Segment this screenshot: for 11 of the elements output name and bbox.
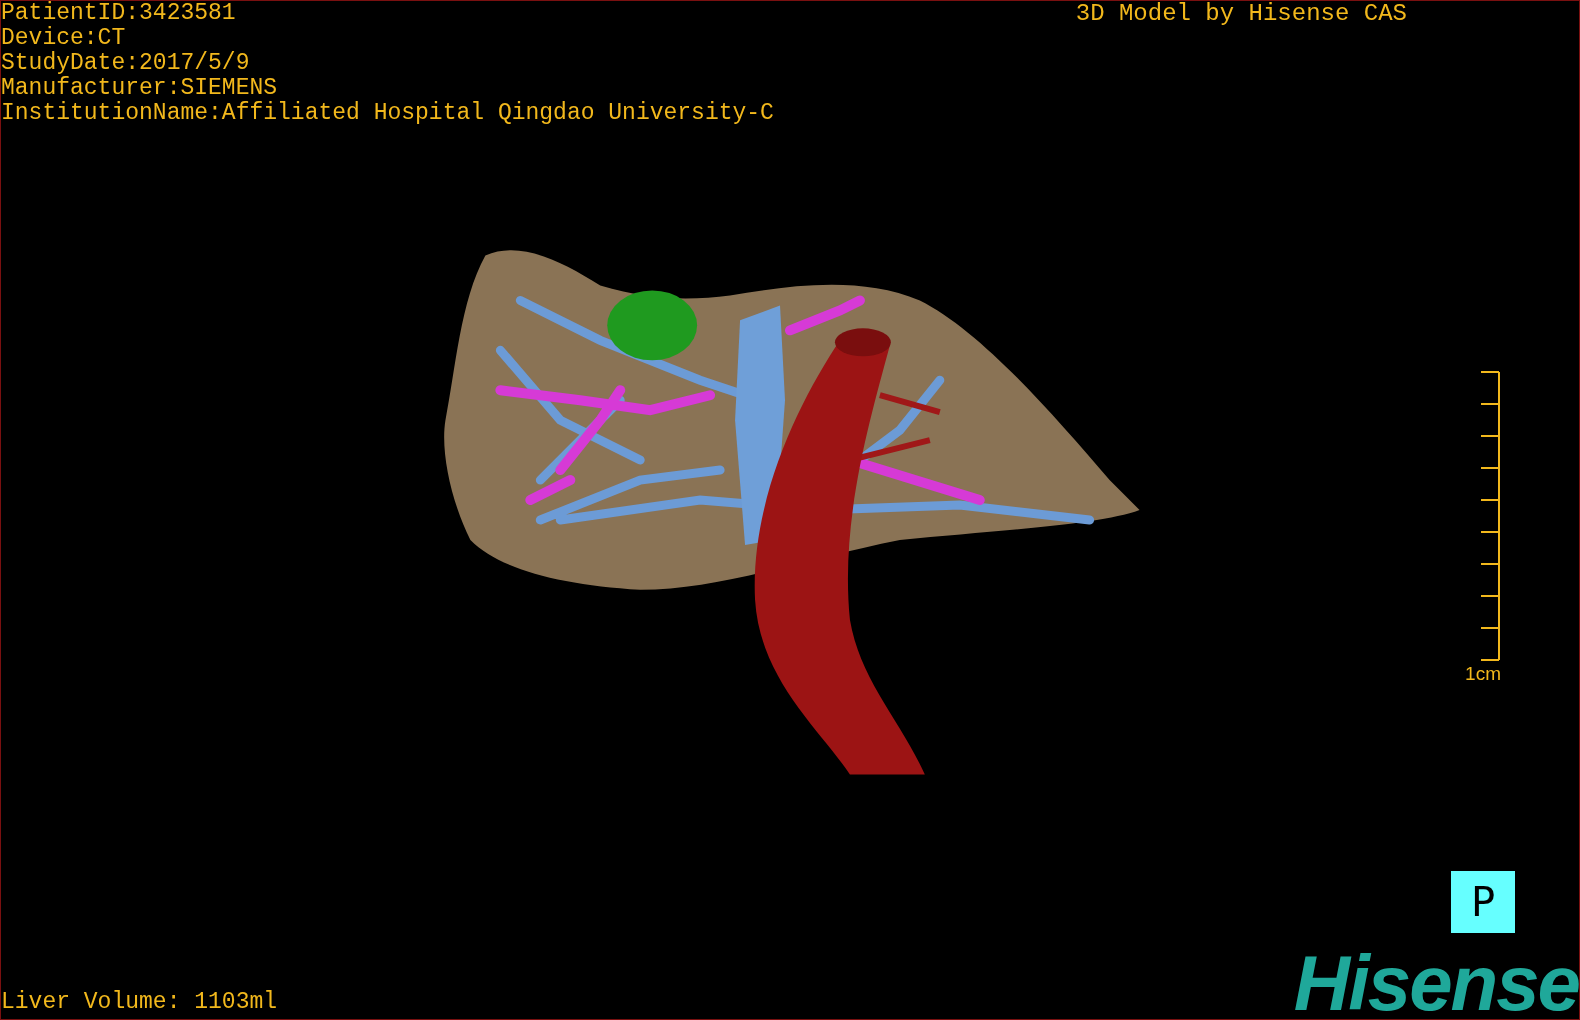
viewer-title: 3D Model by Hisense CAS	[1075, 1, 1407, 26]
patient-info-text: Manufacturer:SIEMENS	[1, 76, 279, 101]
liver-volume-text: Liver Volume: 1103ml	[1, 990, 278, 1015]
patient-info-text: StudyDate:2017/5/9	[1, 51, 251, 76]
scale-label: 1cm	[1465, 663, 1501, 685]
logo: Hisense	[1293, 951, 1579, 1015]
orientation-marker[interactable]: P	[1451, 871, 1515, 933]
scale-bar-icon	[1481, 371, 1501, 661]
patient-info-text: PatientID:3423581	[1, 1, 237, 26]
patient-info-text: InstitutionName:Affiliated Hospital Qingdao University-C	[1, 101, 774, 126]
patient-info-text: Device:CT	[1, 26, 127, 51]
